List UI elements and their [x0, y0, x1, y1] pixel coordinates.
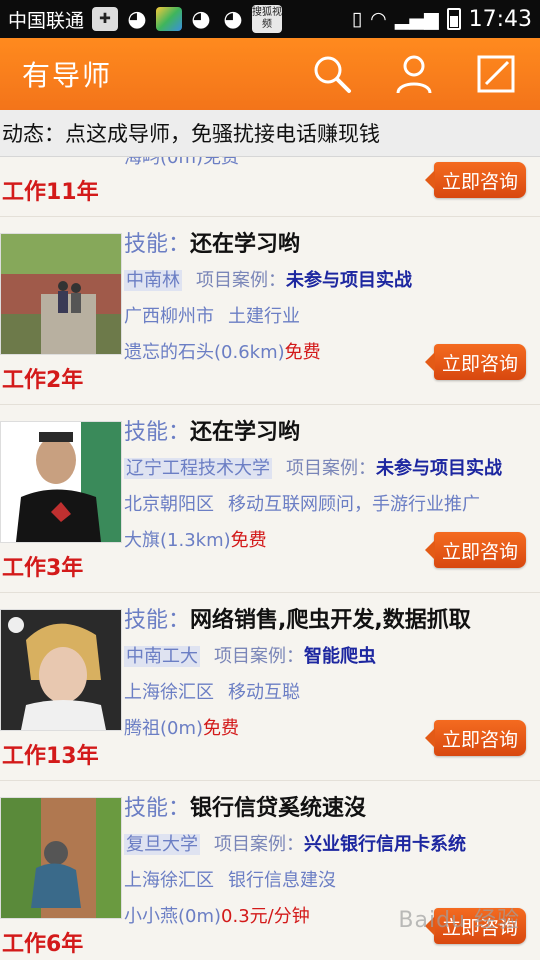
skill-value: 银行信贷奚统速沒 — [190, 796, 367, 821]
consult-button[interactable]: 立即咨询 — [425, 162, 526, 198]
compose-button[interactable] — [474, 52, 518, 96]
avatar[interactable] — [0, 609, 122, 731]
wechat-icon: ◕ — [223, 6, 243, 32]
work-years: 工作2年 — [2, 368, 84, 393]
skill-value: 还在学习哟 — [190, 420, 301, 445]
plus-notification-icon: ✚ — [92, 7, 119, 31]
app-title: 有导师 — [22, 59, 113, 92]
skill-value: 网络销售,爬虫开发,数据抓取 — [190, 608, 471, 633]
case-value: 兴业银行信用卡系统 — [304, 834, 466, 855]
school-case-line: 中南林 项目案例：未参与项目实战 — [124, 263, 532, 299]
price: 免费 — [203, 718, 240, 739]
case-label: 项目案例： — [196, 270, 286, 291]
location: 上海徐汇区 — [124, 870, 214, 891]
distance: (0m) — [160, 718, 204, 739]
work-years: 工作6年 — [2, 932, 84, 957]
avatar[interactable] — [0, 421, 122, 543]
news-ticker[interactable]: 动态：点这成导师，免骚扰接电话赚现钱 — [0, 110, 540, 157]
skill-line: 技能：还在学习哟 — [124, 227, 532, 263]
vibrate-icon: ▯ — [351, 8, 363, 30]
distance: (0.6km) — [214, 342, 285, 363]
school: 辽宁工程技术大学 — [124, 458, 272, 479]
skill-label: 技能： — [124, 420, 191, 445]
distance: (0m) — [178, 906, 222, 927]
list-item[interactable]: 技能：网络销售,爬虫开发,数据抓取 中南工大 项目案例：智能爬虫 上海徐汇区 移动互… — [0, 593, 540, 781]
case-value: 未参与项目实战 — [286, 270, 412, 291]
school: 中南林 — [124, 270, 182, 291]
mentor-name: 遗忘的石头 — [124, 342, 214, 363]
case-value: 未参与项目实战 — [376, 458, 502, 479]
wechat-icon: ◕ — [127, 6, 147, 32]
skill-line: 技能：还在学习哟 — [124, 415, 532, 451]
skill-label: 技能： — [124, 232, 191, 257]
price: 0.3元/分钟 — [221, 906, 310, 927]
price: 免费 — [284, 342, 321, 363]
case-label: 项目案例： — [214, 646, 304, 667]
school-case-line: 复旦大学 项目案例：兴业银行信用卡系统 — [124, 827, 532, 863]
status-bar: 中国联通 ✚ ◕ ◕ ◕ 搜狐视频 ▯ ◠ ▂▄▆ 17:43 — [0, 0, 540, 38]
carrier-name: 中国联通 — [8, 9, 85, 32]
list-item[interactable]: 技能：还在学习哟 中南林 项目案例：未参与项目实战 广西柳州市 土建行业 遗忘的石头… — [0, 217, 540, 405]
location: 广西柳州市 — [124, 306, 214, 327]
work-years: 工作11年 — [2, 180, 99, 205]
mentor-name: 大旗 — [124, 530, 160, 551]
industry: 土建行业 — [228, 306, 300, 327]
work-years: 工作3年 — [2, 556, 84, 581]
skill-line: 技能：银行信贷奚统速沒 — [124, 791, 532, 827]
partial-text: 海畇(0m)免费 — [124, 157, 240, 168]
signal-icon: ▂▄▆ — [394, 8, 439, 30]
work-years: 工作13年 — [2, 744, 99, 769]
list-item[interactable]: 海畇(0m)免费 工作11年 立即咨询 — [0, 157, 540, 217]
location-line: 上海徐汇区 银行信息建沒 — [124, 863, 532, 899]
skill-line: 技能：网络销售,爬虫开发,数据抓取 — [124, 603, 532, 639]
app-store-icon — [156, 7, 183, 31]
school: 中南工大 — [124, 646, 200, 667]
case-label: 项目案例： — [286, 458, 376, 479]
list-item[interactable]: 技能：还在学习哟 辽宁工程技术大学 项目案例：未参与项目实战 北京朝阳区 移动互联网… — [0, 405, 540, 593]
search-button[interactable] — [310, 52, 354, 96]
ticker-text: 动态：点这成导师，免骚扰接电话赚现钱 — [2, 122, 380, 146]
wifi-icon: ◠ — [370, 8, 387, 30]
consult-button[interactable]: 立即咨询 — [425, 720, 526, 756]
industry: 移动互聪 — [228, 682, 300, 703]
profile-button[interactable] — [392, 52, 436, 96]
distance: (1.3km) — [160, 530, 231, 551]
location-line: 上海徐汇区 移动互聪 — [124, 675, 532, 711]
location-line: 北京朝阳区 移动互联网顾问，手游行业推广 — [124, 487, 532, 523]
app-header: 有导师 — [0, 38, 540, 110]
mentor-list[interactable]: 海畇(0m)免费 工作11年 立即咨询 技能：还在学习哟 中南林 项目案例：未参与… — [0, 157, 540, 960]
baidu-watermark: Baidu 经验 — [398, 908, 520, 933]
skill-label: 技能： — [124, 608, 191, 633]
school: 复旦大学 — [124, 834, 200, 855]
skill-value: 还在学习哟 — [190, 232, 301, 257]
case-label: 项目案例： — [214, 834, 304, 855]
school-case-line: 辽宁工程技术大学 项目案例：未参与项目实战 — [124, 451, 532, 487]
industry: 银行信息建沒 — [228, 870, 336, 891]
location: 上海徐汇区 — [124, 682, 214, 703]
mentor-name: 小小燕 — [124, 906, 178, 927]
school-case-line: 中南工大 项目案例：智能爬虫 — [124, 639, 532, 675]
location-line: 广西柳州市 土建行业 — [124, 299, 532, 335]
wechat-icon: ◕ — [191, 6, 211, 32]
mentor-name: 腾祖 — [124, 718, 160, 739]
consult-button[interactable]: 立即咨询 — [425, 344, 526, 380]
edit-icon — [477, 55, 515, 93]
battery-icon — [446, 8, 461, 30]
location: 北京朝阳区 — [124, 494, 214, 515]
skill-label: 技能： — [124, 796, 191, 821]
clock: 17:43 — [468, 6, 532, 32]
sohu-video-icon: 搜狐视频 — [252, 5, 283, 33]
industry: 移动互联网顾问，手游行业推广 — [228, 494, 480, 515]
consult-button[interactable]: 立即咨询 — [425, 532, 526, 568]
avatar[interactable] — [0, 233, 122, 355]
user-icon — [396, 55, 432, 94]
price: 免费 — [230, 530, 267, 551]
search-icon — [314, 56, 351, 93]
case-value: 智能爬虫 — [304, 646, 376, 667]
avatar[interactable] — [0, 797, 122, 919]
